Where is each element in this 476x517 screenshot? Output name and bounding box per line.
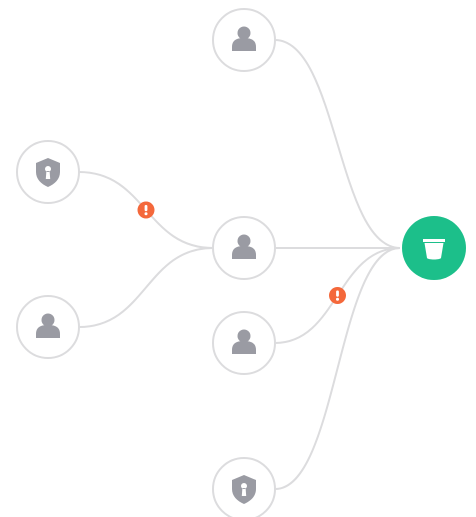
node-user-left[interactable]	[16, 295, 80, 359]
node-user-hub[interactable]	[212, 216, 276, 280]
node-user-top[interactable]	[212, 8, 276, 72]
edge-shield-bottom-to-target	[274, 247, 401, 490]
warning-icon[interactable]	[137, 201, 155, 219]
node-shield-left[interactable]	[16, 140, 80, 204]
node-shield-bottom[interactable]	[212, 457, 276, 517]
warning-icon[interactable]	[329, 287, 346, 304]
target-resource-node[interactable]	[402, 216, 466, 280]
nodes	[16, 8, 466, 517]
node-user-lower[interactable]	[212, 311, 276, 375]
access-graph	[16, 8, 466, 517]
edge-user-left-to-user-hub	[78, 247, 214, 328]
edge-user-top-to-target	[274, 39, 401, 249]
